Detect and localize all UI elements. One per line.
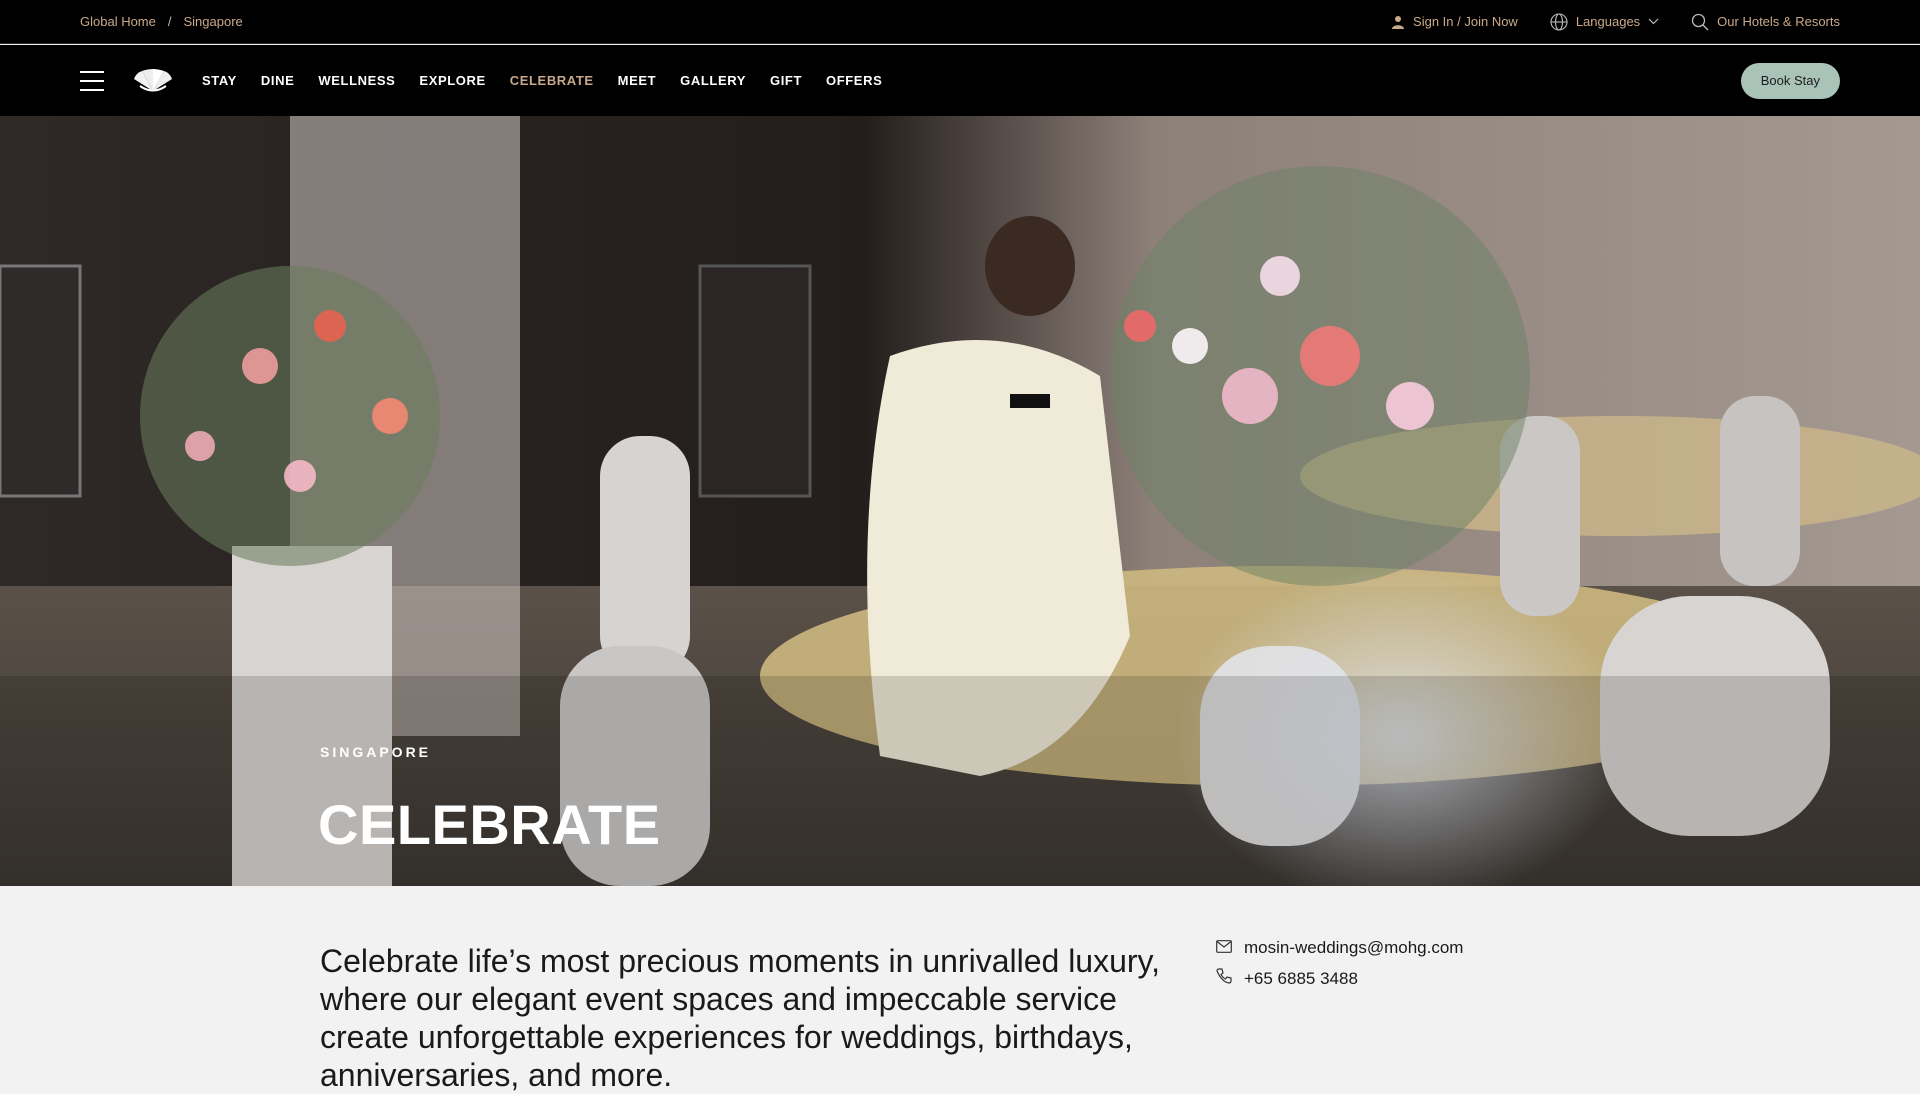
email-address: mosin-weddings@mohg.com (1244, 938, 1464, 957)
user-icon (1391, 15, 1405, 29)
phone-link[interactable]: +65 6885 3488 (1216, 968, 1463, 989)
hero-video-image (0, 116, 1920, 886)
hotels-label: Our Hotels & Resorts (1717, 14, 1840, 29)
contact-block: mosin-weddings@mohg.com +65 6885 3488 (1216, 938, 1463, 989)
utility-links: Sign In / Join Now Languages Our Hotels … (1391, 12, 1840, 31)
nav-item-gallery[interactable]: GALLERY (680, 73, 746, 88)
globe-icon (1550, 12, 1568, 31)
nav-item-meet[interactable]: MEET (618, 73, 657, 88)
hero-title: CELEBRATE (318, 793, 661, 856)
nav-links: STAY DINE WELLNESS EXPLORE CELEBRATE MEE… (202, 73, 882, 88)
nav-item-celebrate[interactable]: CELEBRATE (510, 73, 594, 88)
hero-banner: SINGAPORE CELEBRATE (0, 116, 1920, 886)
hotels-search-link[interactable]: Our Hotels & Resorts (1691, 13, 1840, 31)
phone-number: +65 6885 3488 (1244, 968, 1358, 988)
chevron-down-icon (1648, 18, 1659, 25)
languages-label: Languages (1575, 14, 1641, 29)
nav-item-wellness[interactable]: WELLNESS (318, 73, 395, 88)
hero-eyebrow: SINGAPORE (320, 744, 432, 760)
nav-item-stay[interactable]: STAY (202, 73, 237, 88)
nav-item-dine[interactable]: DINE (261, 73, 294, 88)
breadcrumb-singapore[interactable]: Singapore (184, 14, 243, 29)
intro-text: Celebrate life’s most precious moments i… (320, 943, 1161, 1093)
nav-item-offers[interactable]: OFFERS (826, 73, 882, 88)
nav-item-gift[interactable]: GIFT (770, 73, 802, 88)
phone-icon (1216, 968, 1232, 989)
fan-logo-icon[interactable] (132, 68, 174, 93)
languages-dropdown[interactable]: Languages (1550, 12, 1659, 31)
sign-in-link[interactable]: Sign In / Join Now (1391, 14, 1518, 29)
utility-bar: Global Home / Singapore Sign In / Join N… (0, 0, 1920, 44)
breadcrumb-global-home[interactable]: Global Home (80, 14, 156, 29)
book-stay-button[interactable]: Book Stay (1740, 62, 1840, 99)
sign-in-label: Sign In / Join Now (1413, 14, 1518, 29)
email-link[interactable]: mosin-weddings@mohg.com (1216, 938, 1463, 958)
breadcrumb-separator: / (167, 14, 172, 29)
hamburger-menu-icon[interactable] (80, 70, 104, 91)
mail-icon (1216, 938, 1232, 958)
nav-item-explore[interactable]: EXPLORE (419, 73, 485, 88)
intro-section: Celebrate life’s most precious moments i… (0, 886, 1920, 1093)
main-nav: STAY DINE WELLNESS EXPLORE CELEBRATE MEE… (0, 45, 1920, 116)
search-icon (1691, 13, 1709, 31)
breadcrumb: Global Home / Singapore (80, 14, 243, 29)
